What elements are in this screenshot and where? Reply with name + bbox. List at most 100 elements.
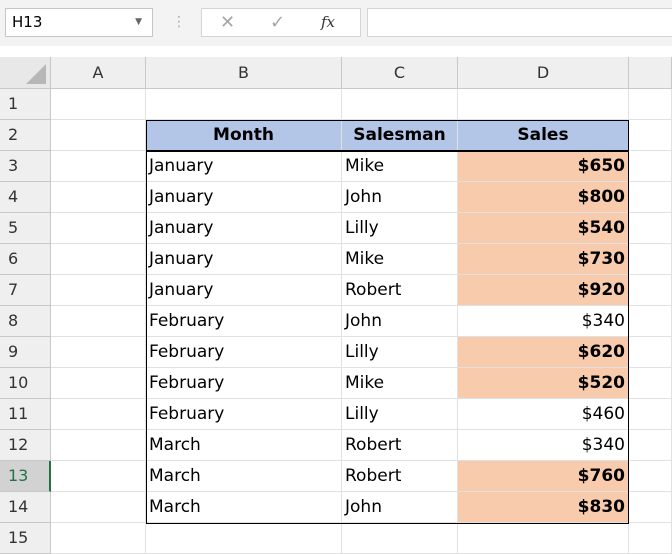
grid-cell[interactable] xyxy=(629,461,672,492)
month-cell[interactable]: January xyxy=(146,244,342,275)
table-header-sales[interactable]: Sales xyxy=(458,120,629,151)
grid-cell[interactable] xyxy=(51,182,146,213)
select-all-corner[interactable] xyxy=(0,57,51,89)
grid-cell[interactable] xyxy=(51,430,146,461)
grid-cell[interactable] xyxy=(629,244,672,275)
salesman-cell[interactable]: John xyxy=(342,182,458,213)
grid-cell[interactable] xyxy=(629,213,672,244)
salesman-cell[interactable]: Lilly xyxy=(342,213,458,244)
row-header-6[interactable]: 6 xyxy=(0,244,51,275)
grid-cell[interactable] xyxy=(51,89,146,120)
row-header-9[interactable]: 9 xyxy=(0,337,51,368)
grid-cell[interactable] xyxy=(629,523,672,554)
grid-cell[interactable] xyxy=(458,89,629,120)
grid-cell[interactable] xyxy=(629,151,672,182)
column-header-d[interactable]: D xyxy=(458,57,629,89)
salesman-cell[interactable]: John xyxy=(342,306,458,337)
month-cell[interactable]: February xyxy=(146,368,342,399)
grid-cell[interactable] xyxy=(51,492,146,523)
grid-cell[interactable] xyxy=(629,89,672,120)
column-header-next[interactable] xyxy=(629,57,672,89)
row-header-8[interactable]: 8 xyxy=(0,306,51,337)
insert-function-icon[interactable]: fx xyxy=(321,9,335,36)
grid-cell[interactable] xyxy=(51,461,146,492)
grid-cell[interactable] xyxy=(342,89,458,120)
grid-cell[interactable] xyxy=(51,120,146,151)
sales-cell[interactable]: $460 xyxy=(458,399,629,430)
grid-cell[interactable] xyxy=(629,368,672,399)
row-header-12[interactable]: 12 xyxy=(0,430,51,461)
grid-cell[interactable] xyxy=(146,523,342,554)
grid-cell[interactable] xyxy=(51,306,146,337)
grid-cell[interactable] xyxy=(629,399,672,430)
month-cell[interactable]: February xyxy=(146,337,342,368)
grid-cell[interactable] xyxy=(629,182,672,213)
grid-cell[interactable] xyxy=(51,151,146,182)
column-header-c[interactable]: C xyxy=(342,57,458,89)
name-box[interactable]: H13 ▼ xyxy=(5,8,153,37)
grid-cell[interactable] xyxy=(629,430,672,461)
grid-cell[interactable] xyxy=(51,213,146,244)
grid-cell[interactable] xyxy=(51,368,146,399)
row-header-3[interactable]: 3 xyxy=(0,151,51,182)
row-header-15[interactable]: 15 xyxy=(0,523,51,554)
grid-cell[interactable] xyxy=(629,120,672,151)
row-header-4[interactable]: 4 xyxy=(0,182,51,213)
formula-input[interactable] xyxy=(367,8,672,37)
grid-cell[interactable] xyxy=(51,523,146,554)
grid-cell[interactable] xyxy=(51,399,146,430)
grid-cell[interactable] xyxy=(51,275,146,306)
sales-cell[interactable]: $520 xyxy=(458,368,629,399)
salesman-cell[interactable]: Lilly xyxy=(342,337,458,368)
month-cell[interactable]: March xyxy=(146,461,342,492)
row-header-13[interactable]: 13 xyxy=(0,461,51,492)
column-header-b[interactable]: B xyxy=(146,57,342,89)
column-header-a[interactable]: A xyxy=(51,57,146,89)
month-cell[interactable]: January xyxy=(146,213,342,244)
row-header-2[interactable]: 2 xyxy=(0,120,51,151)
grid-cell[interactable] xyxy=(629,337,672,368)
salesman-cell[interactable]: Lilly xyxy=(342,399,458,430)
salesman-cell[interactable]: Mike xyxy=(342,368,458,399)
month-cell[interactable]: January xyxy=(146,151,342,182)
sales-cell[interactable]: $760 xyxy=(458,461,629,492)
month-cell[interactable]: March xyxy=(146,430,342,461)
row-header-7[interactable]: 7 xyxy=(0,275,51,306)
sales-cell[interactable]: $920 xyxy=(458,275,629,306)
sales-cell[interactable]: $830 xyxy=(458,492,629,523)
month-cell[interactable]: February xyxy=(146,306,342,337)
row-header-5[interactable]: 5 xyxy=(0,213,51,244)
grid-cell[interactable] xyxy=(342,523,458,554)
salesman-cell[interactable]: Robert xyxy=(342,461,458,492)
month-cell[interactable]: March xyxy=(146,492,342,523)
drag-handle-icon[interactable]: ⋮ xyxy=(172,8,186,36)
grid-cell[interactable] xyxy=(146,89,342,120)
sales-cell[interactable]: $730 xyxy=(458,244,629,275)
month-cell[interactable]: January xyxy=(146,182,342,213)
sales-cell[interactable]: $800 xyxy=(458,182,629,213)
cancel-icon[interactable]: ✕ xyxy=(220,9,235,36)
row-header-1[interactable]: 1 xyxy=(0,89,51,120)
grid-cell[interactable] xyxy=(629,275,672,306)
row-header-14[interactable]: 14 xyxy=(0,492,51,523)
grid-cell[interactable] xyxy=(51,244,146,275)
grid-cell[interactable] xyxy=(629,492,672,523)
sales-cell[interactable]: $650 xyxy=(458,151,629,182)
salesman-cell[interactable]: Mike xyxy=(342,244,458,275)
sales-cell[interactable]: $340 xyxy=(458,306,629,337)
grid-cell[interactable] xyxy=(629,306,672,337)
salesman-cell[interactable]: Robert xyxy=(342,275,458,306)
row-header-10[interactable]: 10 xyxy=(0,368,51,399)
sales-cell[interactable]: $540 xyxy=(458,213,629,244)
chevron-down-icon[interactable]: ▼ xyxy=(135,9,142,36)
salesman-cell[interactable]: Mike xyxy=(342,151,458,182)
salesman-cell[interactable]: John xyxy=(342,492,458,523)
grid-cell[interactable] xyxy=(51,337,146,368)
month-cell[interactable]: February xyxy=(146,399,342,430)
salesman-cell[interactable]: Robert xyxy=(342,430,458,461)
table-header-salesman[interactable]: Salesman xyxy=(342,120,458,151)
row-header-11[interactable]: 11 xyxy=(0,399,51,430)
enter-icon[interactable]: ✓ xyxy=(270,9,285,36)
grid-cell[interactable] xyxy=(458,523,629,554)
month-cell[interactable]: January xyxy=(146,275,342,306)
